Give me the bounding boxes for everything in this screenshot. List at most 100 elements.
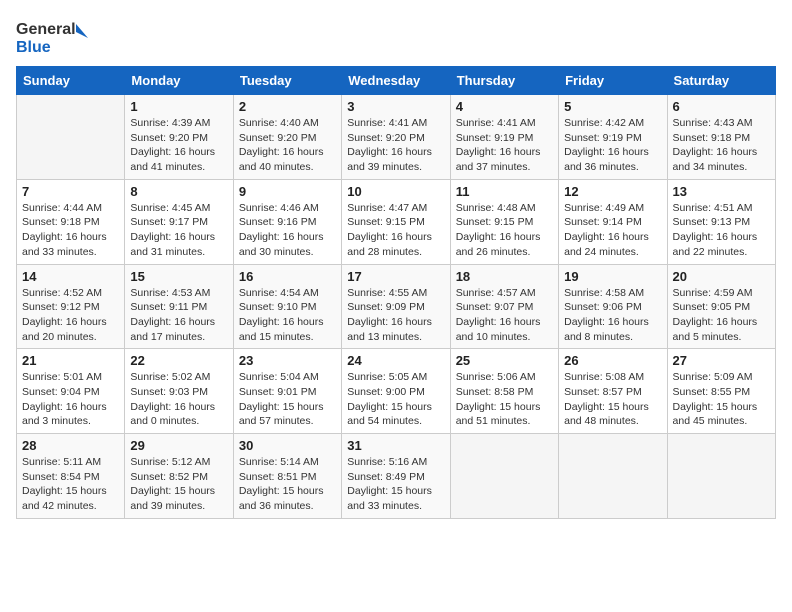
calendar-cell: 11 Sunrise: 4:48 AM Sunset: 9:15 PM Dayli… bbox=[450, 179, 558, 264]
day-number: 7 bbox=[22, 184, 119, 199]
day-info: Sunrise: 4:54 AM Sunset: 9:10 PM Dayligh… bbox=[239, 286, 336, 345]
day-number: 30 bbox=[239, 438, 336, 453]
calendar-cell: 21 Sunrise: 5:01 AM Sunset: 9:04 PM Dayli… bbox=[17, 349, 125, 434]
calendar-cell: 15 Sunrise: 4:53 AM Sunset: 9:11 PM Dayli… bbox=[125, 264, 233, 349]
calendar-cell: 18 Sunrise: 4:57 AM Sunset: 9:07 PM Dayli… bbox=[450, 264, 558, 349]
day-info: Sunrise: 5:08 AM Sunset: 8:57 PM Dayligh… bbox=[564, 370, 661, 429]
calendar-cell: 3 Sunrise: 4:41 AM Sunset: 9:20 PM Daylig… bbox=[342, 95, 450, 180]
day-number: 16 bbox=[239, 269, 336, 284]
day-number: 29 bbox=[130, 438, 227, 453]
calendar-cell: 6Sunrise: 4:43 AM Sunset: 9:18 PM Daylig… bbox=[667, 95, 775, 180]
day-number: 23 bbox=[239, 353, 336, 368]
calendar-cell bbox=[17, 95, 125, 180]
day-number: 28 bbox=[22, 438, 119, 453]
svg-text:Blue: Blue bbox=[16, 39, 51, 56]
week-row-4: 21 Sunrise: 5:01 AM Sunset: 9:04 PM Dayli… bbox=[17, 349, 776, 434]
calendar-cell: 27 Sunrise: 5:09 AM Sunset: 8:55 PM Dayli… bbox=[667, 349, 775, 434]
calendar-cell: 20 Sunrise: 4:59 AM Sunset: 9:05 PM Dayli… bbox=[667, 264, 775, 349]
day-number: 11 bbox=[456, 184, 553, 199]
day-info: Sunrise: 4:44 AM Sunset: 9:18 PM Dayligh… bbox=[22, 201, 119, 260]
day-info: Sunrise: 4:52 AM Sunset: 9:12 PM Dayligh… bbox=[22, 286, 119, 345]
logo-icon: GeneralBlue bbox=[16, 16, 96, 58]
day-info: Sunrise: 4:49 AM Sunset: 9:14 PM Dayligh… bbox=[564, 201, 661, 260]
calendar-cell: 25Sunrise: 5:06 AM Sunset: 8:58 PM Dayli… bbox=[450, 349, 558, 434]
calendar-cell bbox=[667, 434, 775, 519]
day-info: Sunrise: 4:58 AM Sunset: 9:06 PM Dayligh… bbox=[564, 286, 661, 345]
header: GeneralBlue bbox=[16, 16, 776, 58]
day-number: 22 bbox=[130, 353, 227, 368]
day-info: Sunrise: 4:53 AM Sunset: 9:11 PM Dayligh… bbox=[130, 286, 227, 345]
calendar-cell: 8Sunrise: 4:45 AM Sunset: 9:17 PM Daylig… bbox=[125, 179, 233, 264]
day-number: 13 bbox=[673, 184, 770, 199]
day-info: Sunrise: 4:40 AM Sunset: 9:20 PM Dayligh… bbox=[239, 116, 336, 175]
day-number: 19 bbox=[564, 269, 661, 284]
day-info: Sunrise: 4:46 AM Sunset: 9:16 PM Dayligh… bbox=[239, 201, 336, 260]
calendar-cell: 30 Sunrise: 5:14 AM Sunset: 8:51 PM Dayli… bbox=[233, 434, 341, 519]
day-info: Sunrise: 4:41 AM Sunset: 9:20 PM Dayligh… bbox=[347, 116, 444, 175]
day-number: 17 bbox=[347, 269, 444, 284]
calendar-cell: 9 Sunrise: 4:46 AM Sunset: 9:16 PM Daylig… bbox=[233, 179, 341, 264]
day-info: Sunrise: 4:41 AM Sunset: 9:19 PM Dayligh… bbox=[456, 116, 553, 175]
calendar-cell: 19 Sunrise: 4:58 AM Sunset: 9:06 PM Dayli… bbox=[559, 264, 667, 349]
week-row-2: 7 Sunrise: 4:44 AM Sunset: 9:18 PM Daylig… bbox=[17, 179, 776, 264]
day-info: Sunrise: 4:57 AM Sunset: 9:07 PM Dayligh… bbox=[456, 286, 553, 345]
calendar-cell: 26 Sunrise: 5:08 AM Sunset: 8:57 PM Dayli… bbox=[559, 349, 667, 434]
day-number: 21 bbox=[22, 353, 119, 368]
days-header-row: SundayMondayTuesdayWednesdayThursdayFrid… bbox=[17, 67, 776, 95]
day-number: 14 bbox=[22, 269, 119, 284]
day-number: 27 bbox=[673, 353, 770, 368]
day-number: 1 bbox=[130, 99, 227, 114]
calendar-cell bbox=[450, 434, 558, 519]
day-info: Sunrise: 5:16 AM Sunset: 8:49 PM Dayligh… bbox=[347, 455, 444, 514]
day-number: 24 bbox=[347, 353, 444, 368]
day-number: 3 bbox=[347, 99, 444, 114]
day-info: Sunrise: 4:59 AM Sunset: 9:05 PM Dayligh… bbox=[673, 286, 770, 345]
calendar-cell: 12Sunrise: 4:49 AM Sunset: 9:14 PM Dayli… bbox=[559, 179, 667, 264]
day-header-saturday: Saturday bbox=[667, 67, 775, 95]
calendar-cell: 7 Sunrise: 4:44 AM Sunset: 9:18 PM Daylig… bbox=[17, 179, 125, 264]
calendar-cell: 29 Sunrise: 5:12 AM Sunset: 8:52 PM Dayli… bbox=[125, 434, 233, 519]
calendar-cell: 22 Sunrise: 5:02 AM Sunset: 9:03 PM Dayli… bbox=[125, 349, 233, 434]
day-number: 25 bbox=[456, 353, 553, 368]
calendar-cell: 17Sunrise: 4:55 AM Sunset: 9:09 PM Dayli… bbox=[342, 264, 450, 349]
day-number: 5 bbox=[564, 99, 661, 114]
calendar-cell: 2 Sunrise: 4:40 AM Sunset: 9:20 PM Daylig… bbox=[233, 95, 341, 180]
day-header-friday: Friday bbox=[559, 67, 667, 95]
day-info: Sunrise: 5:11 AM Sunset: 8:54 PM Dayligh… bbox=[22, 455, 119, 514]
day-info: Sunrise: 5:14 AM Sunset: 8:51 PM Dayligh… bbox=[239, 455, 336, 514]
week-row-3: 14 Sunrise: 4:52 AM Sunset: 9:12 PM Dayli… bbox=[17, 264, 776, 349]
logo: GeneralBlue bbox=[16, 16, 96, 58]
day-number: 18 bbox=[456, 269, 553, 284]
calendar-cell: 5Sunrise: 4:42 AM Sunset: 9:19 PM Daylig… bbox=[559, 95, 667, 180]
day-number: 9 bbox=[239, 184, 336, 199]
calendar-cell bbox=[559, 434, 667, 519]
day-number: 15 bbox=[130, 269, 227, 284]
calendar-cell: 10Sunrise: 4:47 AM Sunset: 9:15 PM Dayli… bbox=[342, 179, 450, 264]
calendar-cell: 16 Sunrise: 4:54 AM Sunset: 9:10 PM Dayli… bbox=[233, 264, 341, 349]
day-header-thursday: Thursday bbox=[450, 67, 558, 95]
day-info: Sunrise: 5:02 AM Sunset: 9:03 PM Dayligh… bbox=[130, 370, 227, 429]
day-number: 20 bbox=[673, 269, 770, 284]
day-number: 2 bbox=[239, 99, 336, 114]
day-header-wednesday: Wednesday bbox=[342, 67, 450, 95]
day-info: Sunrise: 5:04 AM Sunset: 9:01 PM Dayligh… bbox=[239, 370, 336, 429]
day-info: Sunrise: 4:47 AM Sunset: 9:15 PM Dayligh… bbox=[347, 201, 444, 260]
day-info: Sunrise: 5:01 AM Sunset: 9:04 PM Dayligh… bbox=[22, 370, 119, 429]
day-info: Sunrise: 5:05 AM Sunset: 9:00 PM Dayligh… bbox=[347, 370, 444, 429]
calendar-cell: 14 Sunrise: 4:52 AM Sunset: 9:12 PM Dayli… bbox=[17, 264, 125, 349]
day-header-monday: Monday bbox=[125, 67, 233, 95]
calendar-cell: 23 Sunrise: 5:04 AM Sunset: 9:01 PM Dayli… bbox=[233, 349, 341, 434]
day-number: 6 bbox=[673, 99, 770, 114]
week-row-1: 1Sunrise: 4:39 AM Sunset: 9:20 PM Daylig… bbox=[17, 95, 776, 180]
day-number: 31 bbox=[347, 438, 444, 453]
calendar-cell: 4 Sunrise: 4:41 AM Sunset: 9:19 PM Daylig… bbox=[450, 95, 558, 180]
day-info: Sunrise: 4:48 AM Sunset: 9:15 PM Dayligh… bbox=[456, 201, 553, 260]
calendar-cell: 28 Sunrise: 5:11 AM Sunset: 8:54 PM Dayli… bbox=[17, 434, 125, 519]
week-row-5: 28 Sunrise: 5:11 AM Sunset: 8:54 PM Dayli… bbox=[17, 434, 776, 519]
svg-text:General: General bbox=[16, 21, 76, 38]
day-number: 8 bbox=[130, 184, 227, 199]
day-number: 26 bbox=[564, 353, 661, 368]
day-info: Sunrise: 5:12 AM Sunset: 8:52 PM Dayligh… bbox=[130, 455, 227, 514]
day-info: Sunrise: 5:09 AM Sunset: 8:55 PM Dayligh… bbox=[673, 370, 770, 429]
day-number: 4 bbox=[456, 99, 553, 114]
